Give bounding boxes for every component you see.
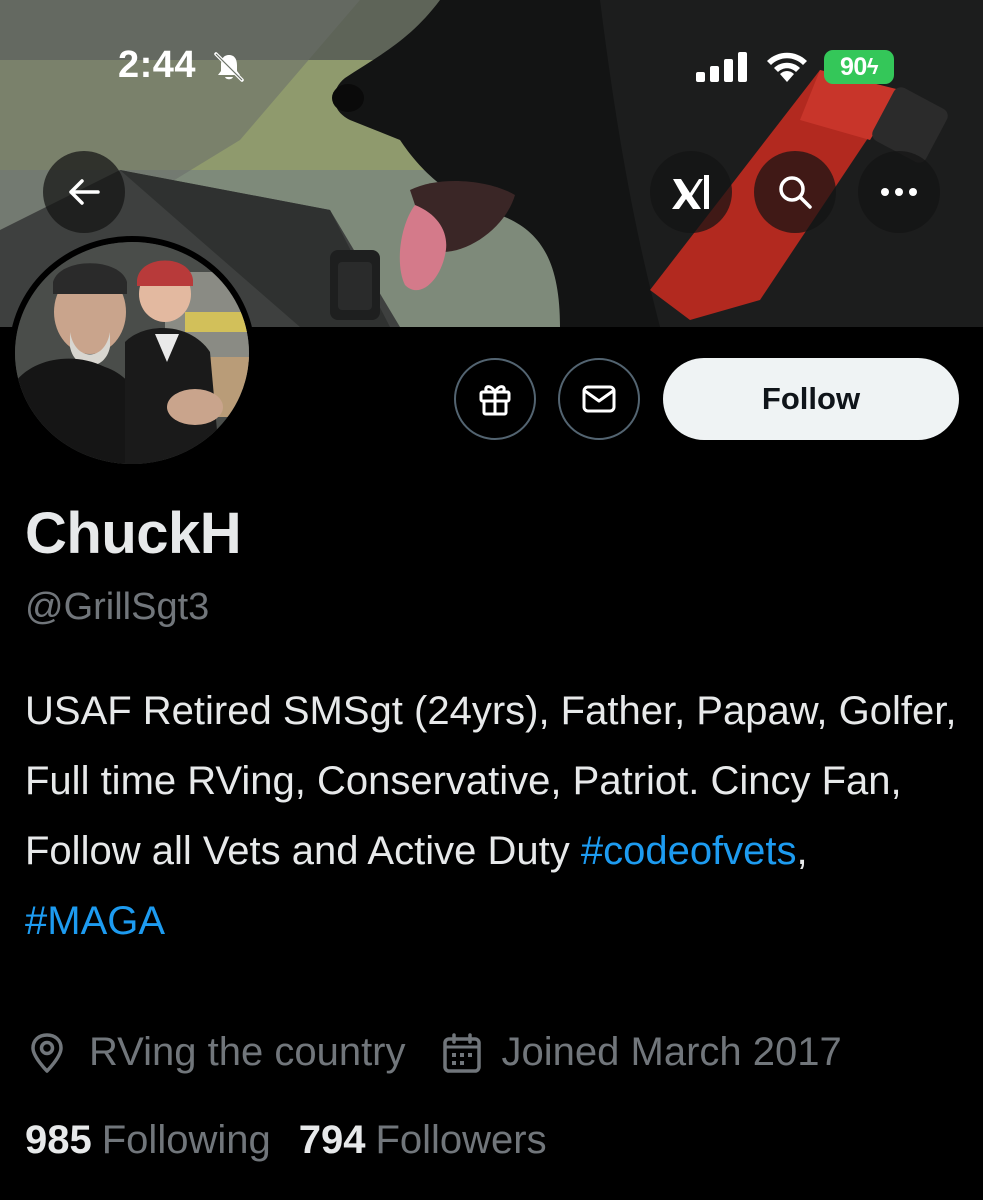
wifi-icon [767, 52, 807, 82]
cellular-signal-icon [696, 52, 747, 82]
charging-bolt-icon: ϟ [866, 54, 879, 79]
avatar[interactable] [9, 236, 255, 470]
location-pin-icon [31, 1032, 63, 1073]
bio-separator: , [796, 829, 808, 873]
mail-icon [582, 385, 616, 413]
hashtag-link[interactable]: #MAGA [25, 899, 165, 943]
grok-button[interactable] [650, 151, 732, 233]
joined-item: Joined March 2017 [440, 1030, 842, 1075]
calendar-icon [442, 1032, 481, 1073]
follow-counts: 985 Following 794 Followers [25, 1118, 547, 1163]
bio-text: USAF Retired SMSgt (24yrs), Father, Papa… [25, 689, 957, 873]
search-button[interactable] [754, 151, 836, 233]
gift-icon [479, 385, 511, 416]
user-handle: @GrillSgt3 [25, 586, 210, 628]
following-link[interactable]: 985 Following [25, 1118, 271, 1163]
profile-meta: RVing the country Joined March 2017 [25, 1030, 842, 1075]
bell-muted-icon [214, 52, 244, 82]
avatar-image [15, 242, 249, 464]
profile-page: 2:44 90 ϟ Follow ChuckH @GrillSgt3 USAF … [0, 0, 983, 1200]
gift-button[interactable] [454, 358, 536, 440]
message-button[interactable] [558, 358, 640, 440]
location-text: RVing the country [89, 1030, 406, 1074]
followers-label: Followers [375, 1118, 547, 1162]
following-label: Following [101, 1118, 271, 1162]
battery-level: 90 [840, 52, 867, 81]
more-icon [881, 188, 917, 196]
follow-button[interactable]: Follow [663, 358, 959, 440]
grok-icon [672, 175, 709, 209]
following-count: 985 [25, 1118, 92, 1162]
followers-link[interactable]: 794 Followers [299, 1118, 547, 1163]
location-item: RVing the country [25, 1030, 406, 1075]
joined-date: Joined March 2017 [501, 1030, 842, 1074]
battery-indicator: 90 ϟ [824, 50, 894, 84]
more-options-button[interactable] [858, 151, 940, 233]
display-name: ChuckH [25, 501, 242, 566]
search-icon [779, 176, 812, 209]
hashtag-link[interactable]: #codeofvets [581, 829, 797, 873]
back-arrow-icon [69, 179, 100, 205]
status-time: 2:44 [118, 44, 197, 86]
back-button[interactable] [43, 151, 125, 233]
profile-bio: USAF Retired SMSgt (24yrs), Father, Papa… [25, 676, 965, 956]
followers-count: 794 [298, 1118, 366, 1162]
